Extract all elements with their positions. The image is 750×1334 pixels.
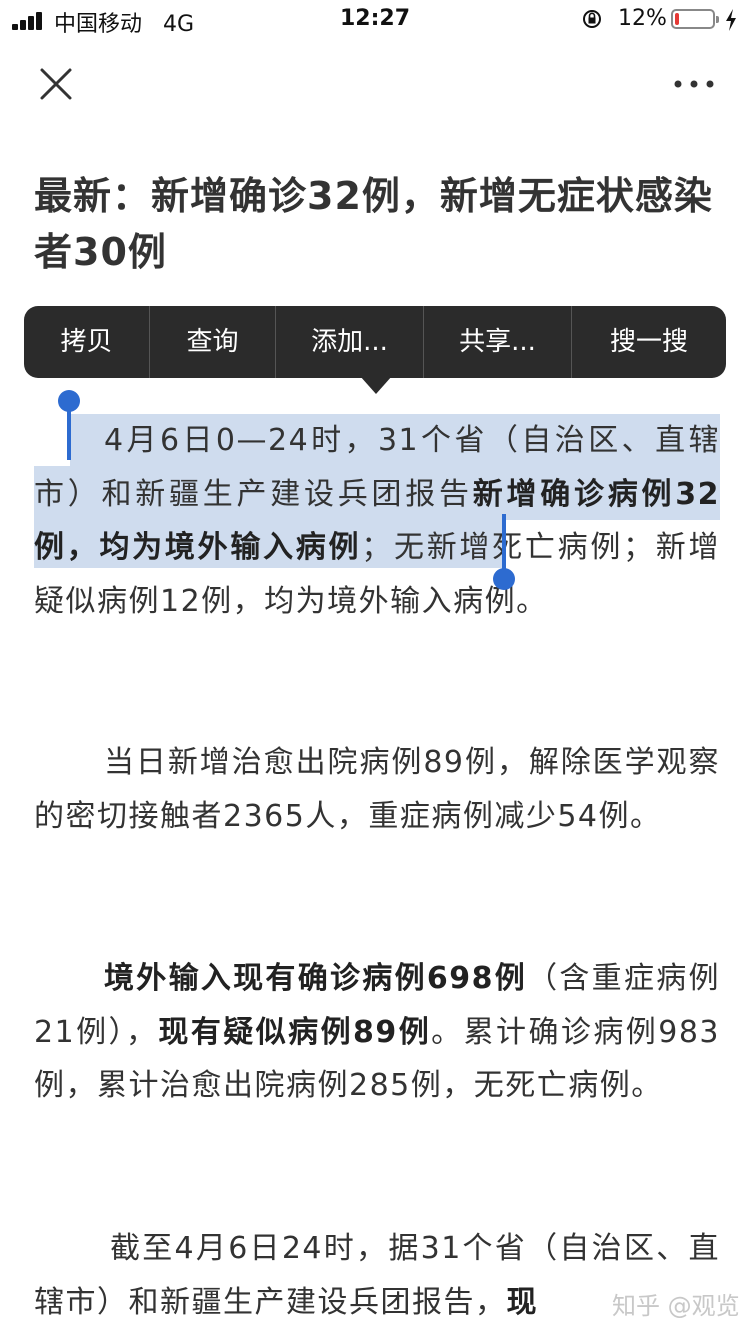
close-icon[interactable] <box>38 66 74 102</box>
watermark: 知乎 @观览 <box>612 1292 740 1320</box>
more-dots-icon[interactable] <box>670 72 718 96</box>
menu-lookup[interactable]: 查询 <box>150 306 276 378</box>
battery-icon <box>671 9 719 29</box>
paragraph-1: 4月6日0—24时，31个省（自治区、直辖市）和新疆生产建设兵团报告新增确诊病例… <box>34 423 720 619</box>
rotation-lock-icon <box>583 10 601 28</box>
battery-percent: 12% <box>618 6 667 31</box>
context-menu-arrow <box>360 376 392 394</box>
selection-end-handle-knob[interactable] <box>493 568 515 590</box>
menu-share[interactable]: 共享... <box>424 306 572 378</box>
paragraph-3: 境外输入现有确诊病例698例（含重症病例21例），现有疑似病例89例。累计确诊病… <box>34 961 721 1103</box>
article-title: 最新：新增确诊32例，新增无症状感染者30例 <box>34 174 713 274</box>
menu-add[interactable]: 添加... <box>276 306 424 378</box>
menu-copy[interactable]: 拷贝 <box>24 306 150 378</box>
selection-end-handle[interactable] <box>502 514 506 574</box>
charging-bolt-icon <box>726 9 736 31</box>
context-menu: 拷贝 查询 添加... 共享... 搜一搜 <box>24 306 726 378</box>
menu-search[interactable]: 搜一搜 <box>572 306 726 378</box>
status-bar: 中国移动 4G 12:27 12% <box>0 0 750 40</box>
selection-start-handle-knob[interactable] <box>58 390 80 412</box>
paragraph-2: 当日新增治愈出院病例89例，解除医学观察的密切接触者2365人，重症病例减少54… <box>34 745 720 834</box>
